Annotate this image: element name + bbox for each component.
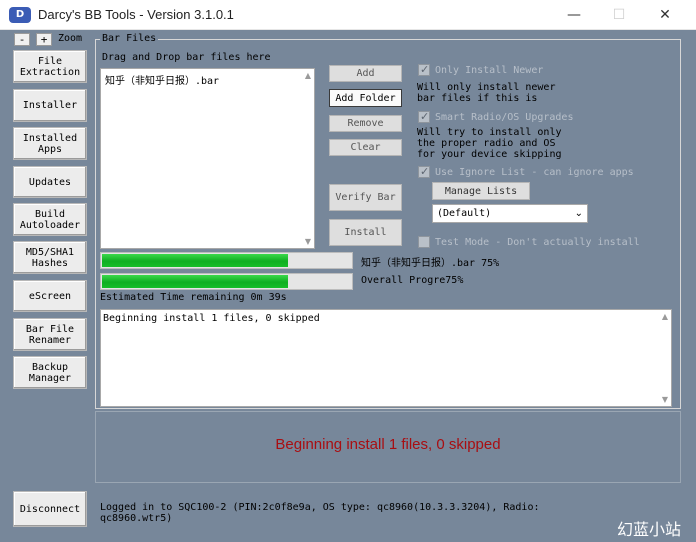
log-textbox[interactable]: Beginning install 1 files, 0 skipped ▲ ▼ bbox=[100, 309, 672, 407]
chevron-down-icon: ⌄ bbox=[574, 208, 583, 219]
minimize-button[interactable]: — bbox=[559, 4, 589, 26]
overall-progress-fill bbox=[102, 275, 289, 288]
status-panel: Beginning install 1 files, 0 skipped bbox=[95, 411, 681, 483]
smart-radio-label: Smart Radio/OS Upgrades bbox=[435, 112, 574, 123]
verify-bar-button[interactable]: Verify Bar bbox=[329, 184, 402, 211]
overall-progress-label: Overall Progre75% bbox=[361, 275, 464, 286]
scroll-down-icon[interactable]: ▼ bbox=[305, 237, 311, 246]
updates-button[interactable]: Updates bbox=[13, 166, 87, 198]
only-install-newer-label: Only Install Newer bbox=[435, 65, 544, 76]
add-folder-button[interactable]: Add Folder bbox=[329, 89, 402, 107]
escreen-button[interactable]: eScreen bbox=[13, 280, 87, 312]
remove-button[interactable]: Remove bbox=[329, 115, 402, 132]
log-text: Beginning install 1 files, 0 skipped bbox=[103, 313, 320, 324]
close-button[interactable]: ✕ bbox=[650, 4, 680, 26]
list-item[interactable]: 知乎（非知乎日报）.bar bbox=[105, 72, 219, 87]
ignore-list-select-value: (Default) bbox=[437, 208, 492, 219]
app-logo-icon: D bbox=[9, 7, 31, 23]
backup-manager-button[interactable]: Backup Manager bbox=[13, 356, 87, 389]
scroll-up-icon[interactable]: ▲ bbox=[305, 71, 311, 80]
clear-button[interactable]: Clear bbox=[329, 139, 402, 156]
smart-radio-checkbox[interactable] bbox=[418, 110, 430, 123]
drop-label: Drag and Drop bar files here bbox=[102, 52, 271, 63]
ignore-list-select[interactable]: (Default) ⌄ bbox=[432, 204, 588, 223]
manage-lists-button[interactable]: Manage Lists bbox=[432, 182, 530, 200]
disconnect-button[interactable]: Disconnect bbox=[13, 491, 87, 527]
login-info: Logged in to SQC100-2 (PIN:2c0f8e9a, OS … bbox=[100, 502, 540, 524]
file-extraction-button[interactable]: File Extraction bbox=[13, 50, 87, 83]
file-progress-label: 知乎（非知乎日报）.bar 75% bbox=[361, 258, 500, 269]
title-bar: D Darcy's BB Tools - Version 3.1.0.1 — ☐… bbox=[0, 0, 696, 30]
only-install-newer-checkbox[interactable] bbox=[418, 63, 430, 76]
test-mode-checkbox[interactable] bbox=[418, 236, 430, 248]
window-title: Darcy's BB Tools - Version 3.1.0.1 bbox=[38, 7, 234, 22]
bar-file-renamer-button[interactable]: Bar File Renamer bbox=[13, 318, 87, 351]
zoom-label: Zoom bbox=[58, 33, 83, 44]
file-progress-bar bbox=[100, 252, 353, 269]
add-button[interactable]: Add bbox=[329, 65, 402, 82]
maximize-button: ☐ bbox=[612, 7, 626, 23]
smart-radio-desc: Will try to install only the proper radi… bbox=[417, 127, 562, 160]
status-message: Beginning install 1 files, 0 skipped bbox=[275, 436, 501, 453]
installer-button[interactable]: Installer bbox=[13, 89, 87, 122]
eta-label: Estimated Time remaining 0m 39s bbox=[100, 292, 287, 303]
client-area: - + Zoom File Extraction Installer Insta… bbox=[0, 30, 696, 542]
scroll-up-icon[interactable]: ▲ bbox=[662, 312, 668, 321]
ignore-list-label: Use Ignore List - can ignore apps bbox=[435, 167, 634, 178]
scroll-down-icon[interactable]: ▼ bbox=[662, 395, 668, 404]
ignore-list-checkbox[interactable] bbox=[418, 165, 430, 178]
installed-apps-button[interactable]: Installed Apps bbox=[13, 127, 87, 160]
zoom-out-button[interactable]: - bbox=[14, 33, 30, 46]
zoom-in-button[interactable]: + bbox=[36, 33, 52, 46]
bar-file-list[interactable]: 知乎（非知乎日报）.bar ▲ ▼ bbox=[100, 68, 315, 249]
bar-files-group-title: Bar Files bbox=[100, 33, 159, 44]
test-mode-label: Test Mode - Don't actually install bbox=[435, 237, 640, 248]
hashes-button[interactable]: MD5/SHA1 Hashes bbox=[13, 241, 87, 274]
watermark: 幻蓝小站 bbox=[617, 520, 682, 539]
overall-progress-bar bbox=[100, 273, 353, 290]
build-autoloader-button[interactable]: Build Autoloader bbox=[13, 203, 87, 236]
file-progress-fill bbox=[102, 254, 289, 267]
only-install-newer-desc: Will only install newer bar files if thi… bbox=[417, 82, 556, 104]
install-button[interactable]: Install bbox=[329, 219, 402, 246]
